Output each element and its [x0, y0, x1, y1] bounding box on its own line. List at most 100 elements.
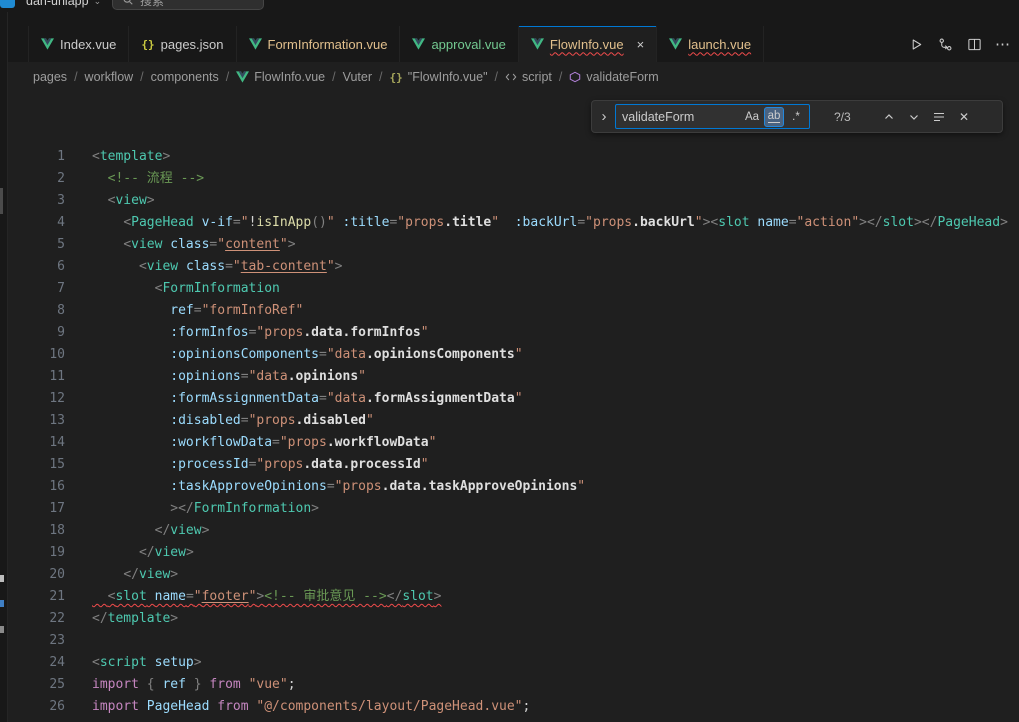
line-number[interactable]: 12 — [8, 388, 65, 410]
line-number[interactable]: 20 — [8, 564, 65, 586]
code-text: <view class="tab-content"> — [65, 256, 342, 278]
tab-flowinfo-vue[interactable]: FlowInfo.vue× — [519, 26, 657, 62]
breadcrumb-item-script[interactable]: script — [505, 70, 552, 84]
line-number[interactable]: 4 — [8, 212, 65, 234]
code-line-25[interactable]: 25import { ref } from "vue"; — [8, 674, 1019, 696]
tab-forminformation-vue[interactable]: FormInformation.vue — [237, 26, 401, 62]
tab-close-icon[interactable]: × — [637, 38, 645, 51]
code-text: <template> — [65, 146, 170, 168]
line-number[interactable]: 13 — [8, 410, 65, 432]
line-number[interactable]: 25 — [8, 674, 65, 696]
code-line-13[interactable]: 13 :disabled="props.disabled" — [8, 410, 1019, 432]
line-number[interactable]: 8 — [8, 300, 65, 322]
tab-approval-vue[interactable]: approval.vue — [400, 26, 518, 62]
command-center-search[interactable]: 搜索 — [112, 0, 264, 10]
code-line-15[interactable]: 15 :processId="props.data.processId" — [8, 454, 1019, 476]
line-number[interactable]: 1 — [8, 146, 65, 168]
regex-label: .* — [792, 111, 800, 123]
split-editor-button[interactable] — [962, 32, 986, 56]
code-line-4[interactable]: 4 <PageHead v-if="!isInApp()" :title="pr… — [8, 212, 1019, 234]
breadcrumb-item-flowinfo-vue[interactable]: FlowInfo.vue — [236, 70, 325, 84]
line-number[interactable]: 6 — [8, 256, 65, 278]
code-line-19[interactable]: 19 </view> — [8, 542, 1019, 564]
code-line-14[interactable]: 14 :workflowData="props.workflowData" — [8, 432, 1019, 454]
code-line-3[interactable]: 3 <view> — [8, 190, 1019, 212]
tab-launch-vue[interactable]: launch.vue — [657, 26, 764, 62]
code-line-26[interactable]: 26import PageHead from "@/components/lay… — [8, 696, 1019, 718]
code-line-17[interactable]: 17 ></FormInformation> — [8, 498, 1019, 520]
whole-word-toggle[interactable]: ab — [764, 107, 784, 127]
regex-toggle[interactable]: .* — [786, 107, 806, 127]
breadcrumb-item-workflow[interactable]: workflow — [85, 70, 134, 84]
breadcrumb-separator: / — [495, 70, 498, 84]
line-number[interactable]: 9 — [8, 322, 65, 344]
line-number[interactable]: 19 — [8, 542, 65, 564]
find-close-button[interactable]: ✕ — [953, 106, 975, 128]
tab-bar: Index.vue{}pages.jsonFormInformation.vue… — [8, 12, 1019, 62]
line-number[interactable]: 10 — [8, 344, 65, 366]
toggle-replace-icon[interactable]: › — [597, 109, 611, 124]
code-line-7[interactable]: 7 <FormInformation — [8, 278, 1019, 300]
find-input[interactable] — [622, 110, 740, 124]
line-number[interactable]: 11 — [8, 366, 65, 388]
code-text: :formAssignmentData="data.formAssignment… — [65, 388, 523, 410]
line-number[interactable]: 18 — [8, 520, 65, 542]
open-changes-button[interactable] — [933, 32, 957, 56]
code-line-12[interactable]: 12 :formAssignmentData="data.formAssignm… — [8, 388, 1019, 410]
code-line-24[interactable]: 24<script setup> — [8, 652, 1019, 674]
code-line-10[interactable]: 10 :opinionsComponents="data.opinionsCom… — [8, 344, 1019, 366]
line-number[interactable]: 21 — [8, 586, 65, 608]
project-menu[interactable]: dan-uniapp ⌄ — [26, 0, 101, 8]
line-number[interactable]: 7 — [8, 278, 65, 300]
whole-word-label: ab — [768, 110, 781, 124]
code-text: :taskApproveOpinions="props.data.taskApp… — [65, 476, 585, 498]
code-text: :opinions="data.opinions" — [65, 366, 366, 388]
line-number[interactable]: 17 — [8, 498, 65, 520]
code-line-21[interactable]: 21 <slot name="footer"><!-- 审批意见 --></sl… — [8, 586, 1019, 608]
more-actions-button[interactable]: ⋯ — [991, 32, 1015, 56]
code-line-16[interactable]: 16 :taskApproveOpinions="props.data.task… — [8, 476, 1019, 498]
vue-file-icon — [531, 38, 544, 50]
code-text: :processId="props.data.processId" — [65, 454, 429, 476]
code-line-22[interactable]: 22</template> — [8, 608, 1019, 630]
breadcrumb-item-pages[interactable]: pages — [33, 70, 67, 84]
code-line-23[interactable]: 23 — [8, 630, 1019, 652]
line-number[interactable]: 14 — [8, 432, 65, 454]
find-in-selection-button[interactable] — [928, 106, 950, 128]
breadcrumb-item--flowinfo-vue-[interactable]: {}"FlowInfo.vue" — [390, 70, 488, 84]
line-number[interactable]: 22 — [8, 608, 65, 630]
code-line-11[interactable]: 11 :opinions="data.opinions" — [8, 366, 1019, 388]
code-line-20[interactable]: 20 </view> — [8, 564, 1019, 586]
match-case-toggle[interactable]: Aa — [742, 107, 762, 127]
code-line-5[interactable]: 5 <view class="content"> — [8, 234, 1019, 256]
activity-bar-mark — [0, 626, 4, 633]
line-number[interactable]: 26 — [8, 696, 65, 718]
breadcrumb-item-validateform[interactable]: validateForm — [569, 70, 658, 84]
line-number[interactable]: 16 — [8, 476, 65, 498]
code-text: ref="formInfoRef" — [65, 300, 303, 322]
editor-actions: ⋯ — [904, 26, 1019, 62]
activity-bar-mark — [0, 188, 3, 214]
code-line-2[interactable]: 2 <!-- 流程 --> — [8, 168, 1019, 190]
search-icon — [122, 0, 134, 6]
code-editor[interactable]: › Aa ab .* ?/3 ✕ 1<templ — [8, 92, 1019, 722]
line-number[interactable]: 5 — [8, 234, 65, 256]
code-line-1[interactable]: 1<template> — [8, 146, 1019, 168]
code-line-18[interactable]: 18 </view> — [8, 520, 1019, 542]
line-number[interactable]: 23 — [8, 630, 65, 652]
run-button[interactable] — [904, 32, 928, 56]
breadcrumb-item-vuter[interactable]: Vuter — [343, 70, 372, 84]
line-number[interactable]: 24 — [8, 652, 65, 674]
tab-pages-json[interactable]: {}pages.json — [129, 26, 236, 62]
breadcrumb-label: script — [522, 70, 552, 84]
line-number[interactable]: 15 — [8, 454, 65, 476]
code-line-9[interactable]: 9 :formInfos="props.data.formInfos" — [8, 322, 1019, 344]
next-match-button[interactable] — [903, 106, 925, 128]
previous-match-button[interactable] — [878, 106, 900, 128]
code-line-6[interactable]: 6 <view class="tab-content"> — [8, 256, 1019, 278]
line-number[interactable]: 3 — [8, 190, 65, 212]
breadcrumb-item-components[interactable]: components — [151, 70, 219, 84]
tab-index-vue[interactable]: Index.vue — [28, 26, 129, 62]
line-number[interactable]: 2 — [8, 168, 65, 190]
code-line-8[interactable]: 8 ref="formInfoRef" — [8, 300, 1019, 322]
